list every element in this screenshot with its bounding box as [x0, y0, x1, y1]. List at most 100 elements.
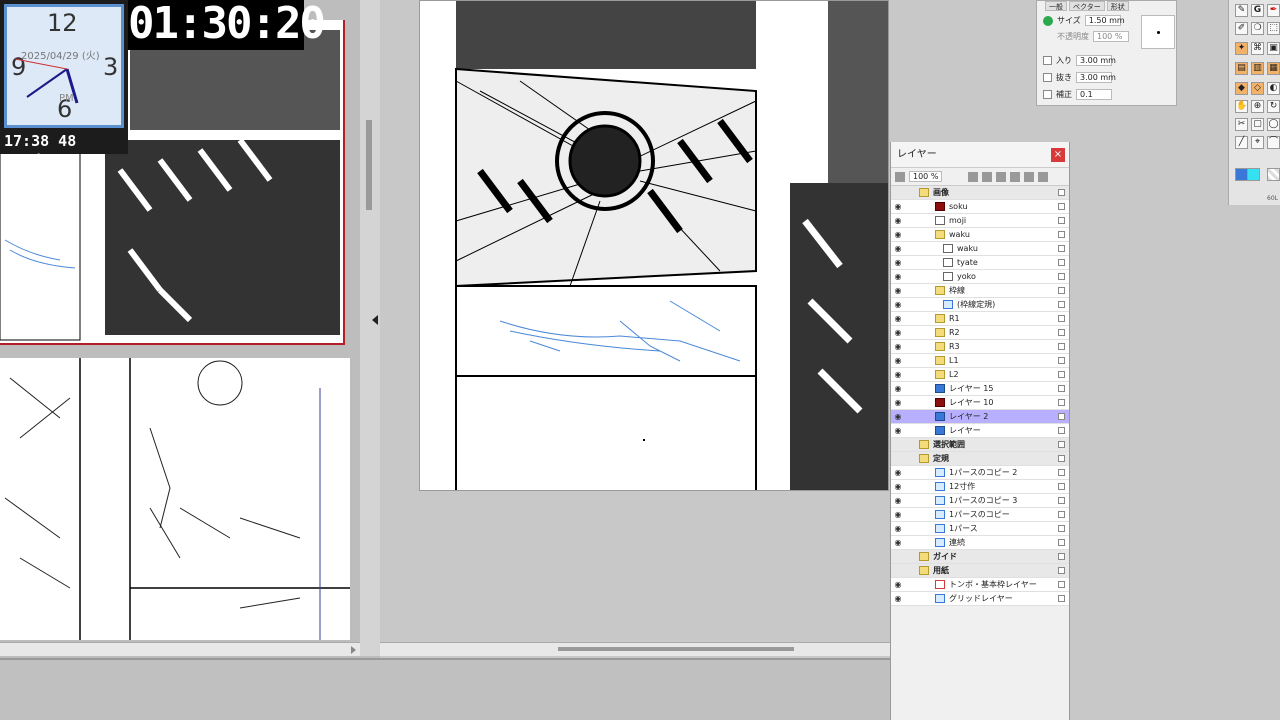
visibility-eye-icon[interactable]: ◉	[891, 200, 905, 214]
layer-row[interactable]: ◉ soku	[891, 200, 1069, 214]
layer-group-header[interactable]: ガイド	[891, 550, 1069, 564]
delete-layer-icon[interactable]	[1010, 171, 1021, 182]
lock-toggle-icon[interactable]	[905, 396, 919, 410]
layer-property-icon[interactable]	[1058, 231, 1065, 238]
line-icon[interactable]: ╱	[1235, 136, 1248, 149]
layer-property-icon[interactable]	[1058, 455, 1065, 462]
select-icon[interactable]: ▤	[1235, 62, 1248, 75]
lock-toggle-icon[interactable]	[905, 522, 919, 536]
pen-icon[interactable]: ✒	[1267, 4, 1280, 17]
in-checkbox[interactable]	[1043, 56, 1052, 65]
visibility-eye-icon[interactable]	[891, 186, 905, 200]
lock-toggle-icon[interactable]	[905, 410, 919, 424]
layer-property-icon[interactable]	[1058, 413, 1065, 420]
layer-row[interactable]: ◉ (枠線定規)	[891, 298, 1069, 312]
visibility-eye-icon[interactable]: ◉	[891, 298, 905, 312]
layer-row[interactable]: ◉ yoko	[891, 270, 1069, 284]
visibility-eye-icon[interactable]: ◉	[891, 592, 905, 606]
balloon-icon[interactable]: ◯	[1267, 118, 1280, 131]
layer-row[interactable]: ◉ 12寸作	[891, 480, 1069, 494]
visibility-eye-icon[interactable]	[891, 438, 905, 452]
layer-row[interactable]: ◉ レイヤー 15	[891, 382, 1069, 396]
tab-shape[interactable]: 形状	[1106, 1, 1129, 11]
visibility-eye-icon[interactable]: ◉	[891, 382, 905, 396]
lock-toggle-icon[interactable]	[905, 340, 919, 354]
layer-property-icon[interactable]	[1058, 567, 1065, 574]
lock-toggle-icon[interactable]	[905, 480, 919, 494]
fill-icon[interactable]: ⬚	[1267, 22, 1280, 35]
visibility-eye-icon[interactable]: ◉	[891, 284, 905, 298]
layer-property-icon[interactable]	[1058, 329, 1065, 336]
layer-row[interactable]: ◉ moji	[891, 214, 1069, 228]
layer-group-header[interactable]: 画像	[891, 186, 1069, 200]
lock-toggle-icon[interactable]	[905, 452, 919, 466]
lock-toggle-icon[interactable]	[905, 466, 919, 480]
lock-toggle-icon[interactable]	[905, 424, 919, 438]
collapse-arrow-icon[interactable]	[372, 315, 378, 325]
lock-toggle-icon[interactable]	[905, 214, 919, 228]
pick-icon[interactable]: ◇	[1251, 82, 1264, 95]
layer-row[interactable]: ◉ L1	[891, 354, 1069, 368]
lock-toggle-icon[interactable]	[905, 564, 919, 578]
brush-icon[interactable]: ✐	[1235, 22, 1248, 35]
close-icon[interactable]: ×	[1051, 148, 1065, 162]
correct-icon[interactable]: ⌖	[1251, 136, 1264, 149]
layer-row[interactable]: ◉ レイヤー	[891, 424, 1069, 438]
layer-property-icon[interactable]	[1058, 273, 1065, 280]
layer-row[interactable]: ◉ 枠線	[891, 284, 1069, 298]
visibility-eye-icon[interactable]: ◉	[891, 270, 905, 284]
lock-toggle-icon[interactable]	[905, 200, 919, 214]
visibility-eye-icon[interactable]: ◉	[891, 480, 905, 494]
color-transparent-swatch[interactable]	[1267, 168, 1280, 181]
layer-property-icon[interactable]	[1058, 525, 1065, 532]
layer-property-icon[interactable]	[1058, 483, 1065, 490]
manga-page[interactable]	[419, 0, 889, 491]
layer-property-icon[interactable]	[1058, 301, 1065, 308]
lock-toggle-icon[interactable]	[905, 326, 919, 340]
lock-toggle-icon[interactable]	[905, 228, 919, 242]
layer-row[interactable]: ◉ 連続	[891, 536, 1069, 550]
reference-horizontal-scrollbar[interactable]	[0, 642, 360, 656]
operation-icon[interactable]: ✂	[1235, 118, 1248, 131]
visibility-eye-icon[interactable]: ◉	[891, 494, 905, 508]
layer-opacity-field[interactable]: 100 %	[909, 171, 943, 182]
visibility-eye-icon[interactable]	[891, 550, 905, 564]
layer-group-header[interactable]: 定規	[891, 452, 1069, 466]
tab-vector[interactable]: ベクター	[1069, 1, 1105, 11]
layer-row[interactable]: ◉ waku	[891, 228, 1069, 242]
layer-property-icon[interactable]	[1058, 245, 1065, 252]
layer-property-icon[interactable]	[1058, 539, 1065, 546]
visibility-eye-icon[interactable]: ◉	[891, 228, 905, 242]
layer-row[interactable]: ◉ 1パースのコピー	[891, 508, 1069, 522]
main-canvas-area[interactable]	[380, 0, 890, 656]
visibility-eye-icon[interactable]: ◉	[891, 312, 905, 326]
layer-property-icon[interactable]	[1058, 357, 1065, 364]
lock-toggle-icon[interactable]	[905, 382, 919, 396]
visibility-eye-icon[interactable]	[891, 564, 905, 578]
lock-toggle-icon[interactable]	[905, 284, 919, 298]
layer-row[interactable]: ◉ レイヤー 2	[891, 410, 1069, 424]
curve-icon[interactable]: ⌒	[1267, 136, 1280, 149]
canvas-horizontal-scrollbar[interactable]	[380, 642, 890, 656]
layer-row[interactable]: ◉ tyate	[891, 256, 1069, 270]
lock-toggle-icon[interactable]	[905, 270, 919, 284]
lock-toggle-icon[interactable]	[905, 536, 919, 550]
lock-toggle-icon[interactable]	[905, 368, 919, 382]
visibility-eye-icon[interactable]: ◉	[891, 354, 905, 368]
blend-icon[interactable]: ❍	[1251, 22, 1264, 35]
layer-row[interactable]: ◉ 1パースのコピー 3	[891, 494, 1069, 508]
lasso-icon[interactable]: ◐	[1267, 82, 1280, 95]
visibility-eye-icon[interactable]: ◉	[891, 326, 905, 340]
copy-layer-icon[interactable]	[996, 171, 1007, 182]
out-checkbox[interactable]	[1043, 73, 1052, 82]
layer-row[interactable]: ◉ グリッドレイヤー	[891, 592, 1069, 606]
layer-property-icon[interactable]	[1058, 343, 1065, 350]
layer-row[interactable]: ◉ L2	[891, 368, 1069, 382]
layer-row[interactable]: ◉ レイヤー 10	[891, 396, 1069, 410]
blend-mode-icon[interactable]	[895, 171, 905, 182]
layer-property-icon[interactable]	[1058, 469, 1065, 476]
size-value-field[interactable]: 1.50 mm	[1084, 15, 1125, 26]
new-layer-icon[interactable]	[968, 171, 979, 182]
mask-layer-icon[interactable]	[1038, 171, 1049, 182]
layer-property-icon[interactable]	[1058, 497, 1065, 504]
